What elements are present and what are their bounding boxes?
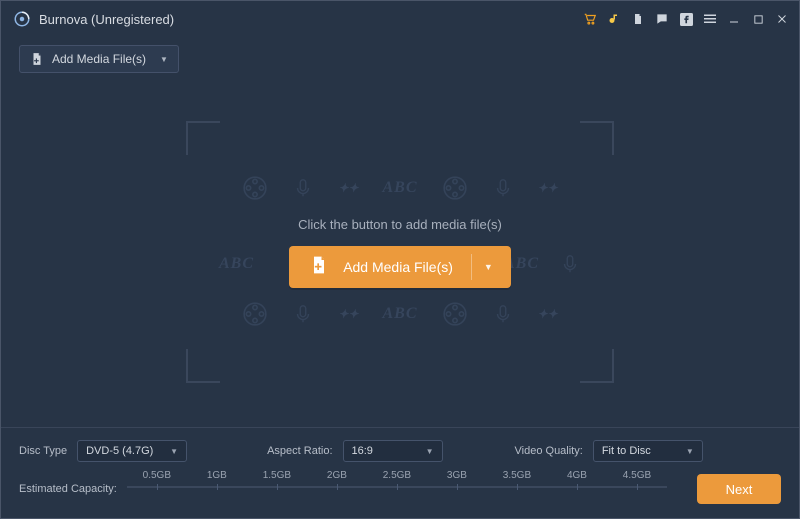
capacity-row: Estimated Capacity: 0.5GB1GB1.5GB2GB2.5G…	[19, 474, 781, 504]
titlebar-actions	[583, 12, 789, 26]
add-media-big-label: Add Media File(s)	[343, 259, 453, 275]
stars-icon: ✦✦	[538, 307, 558, 321]
stars-icon: ✦✦	[538, 181, 558, 195]
app-title: Burnova (Unregistered)	[39, 12, 174, 27]
capacity-tick-label: 3GB	[447, 470, 467, 481]
next-button[interactable]: Next	[697, 474, 781, 504]
menu-icon[interactable]	[703, 12, 717, 26]
chevron-down-icon: ▼	[170, 447, 178, 456]
capacity-tick-label: 2GB	[327, 470, 347, 481]
disc-type-label: Disc Type	[19, 445, 67, 457]
stars-icon: ✦✦	[338, 181, 358, 195]
minimize-icon[interactable]	[727, 12, 741, 26]
center-stack: Click the button to add media file(s) Ad…	[289, 217, 511, 288]
chevron-down-icon: ▼	[426, 447, 434, 456]
capacity-tick-label: 3.5GB	[503, 470, 531, 481]
app-window: Burnova (Unregistered) Add Media File(s)…	[0, 0, 800, 519]
capacity-tick-label: 1GB	[207, 470, 227, 481]
reel-icon	[242, 175, 268, 201]
titlebar: Burnova (Unregistered)	[1, 1, 799, 37]
close-icon[interactable]	[775, 12, 789, 26]
disc-type-value: DVD-5 (4.7G)	[86, 445, 153, 457]
aspect-ratio-select[interactable]: 16:9 ▼	[343, 440, 443, 462]
add-media-small-label: Add Media File(s)	[52, 52, 146, 66]
capacity-tick-label: 1.5GB	[263, 470, 291, 481]
chevron-down-icon: ▼	[686, 447, 694, 456]
chevron-down-icon: ▼	[484, 262, 493, 272]
aspect-ratio-label: Aspect Ratio:	[267, 445, 332, 457]
reel-icon	[442, 301, 468, 327]
mic-icon	[492, 303, 514, 325]
file-plus-icon	[309, 254, 329, 279]
app-logo-icon	[13, 10, 31, 28]
bg-icon-row: ✦✦ ABC ✦✦	[186, 301, 614, 327]
cart-icon[interactable]	[583, 12, 597, 26]
hint-text: Click the button to add media file(s)	[298, 217, 502, 232]
mic-icon	[292, 303, 314, 325]
capacity-tick-label: 2.5GB	[383, 470, 411, 481]
chevron-down-icon: ▼	[160, 55, 168, 64]
reel-icon	[442, 175, 468, 201]
add-media-big-button[interactable]: Add Media File(s) ▼	[289, 246, 511, 288]
add-media-small-button[interactable]: Add Media File(s) ▼	[19, 45, 179, 73]
capacity-tick-label: 4.5GB	[623, 470, 651, 481]
capacity-label: Estimated Capacity:	[19, 483, 117, 495]
capacity-bar: 0.5GB1GB1.5GB2GB2.5GB3GB3.5GB4GB4.5GB	[127, 480, 667, 496]
toolbar: Add Media File(s) ▼	[1, 37, 799, 77]
mic-icon	[292, 177, 314, 199]
key-icon[interactable]	[607, 12, 621, 26]
facebook-icon[interactable]	[679, 12, 693, 26]
bg-icon-row: ✦✦ ABC ✦✦	[186, 175, 614, 201]
capacity-tick-label: 0.5GB	[143, 470, 171, 481]
video-quality-value: Fit to Disc	[602, 445, 651, 457]
main-area: ✦✦ ABC ✦✦ ABC ABC ✦✦ ABC ✦✦	[1, 77, 799, 427]
capacity-tick-label: 4GB	[567, 470, 587, 481]
file-plus-icon	[30, 52, 44, 66]
abc-text: ABC	[219, 255, 254, 273]
mic-icon	[492, 177, 514, 199]
stars-icon: ✦✦	[338, 307, 358, 321]
options-row: Disc Type DVD-5 (4.7G) ▼ Aspect Ratio: 1…	[19, 440, 781, 462]
chat-icon[interactable]	[655, 12, 669, 26]
abc-text: ABC	[382, 179, 417, 197]
maximize-icon[interactable]	[751, 12, 765, 26]
aspect-ratio-value: 16:9	[352, 445, 373, 457]
video-quality-select[interactable]: Fit to Disc ▼	[593, 440, 703, 462]
next-label: Next	[726, 482, 753, 497]
document-icon[interactable]	[631, 12, 645, 26]
reel-icon	[242, 301, 268, 327]
abc-text: ABC	[382, 305, 417, 323]
mic-icon	[559, 253, 581, 275]
disc-type-select[interactable]: DVD-5 (4.7G) ▼	[77, 440, 187, 462]
video-quality-label: Video Quality:	[515, 445, 583, 457]
bottom-panel: Disc Type DVD-5 (4.7G) ▼ Aspect Ratio: 1…	[1, 427, 799, 518]
